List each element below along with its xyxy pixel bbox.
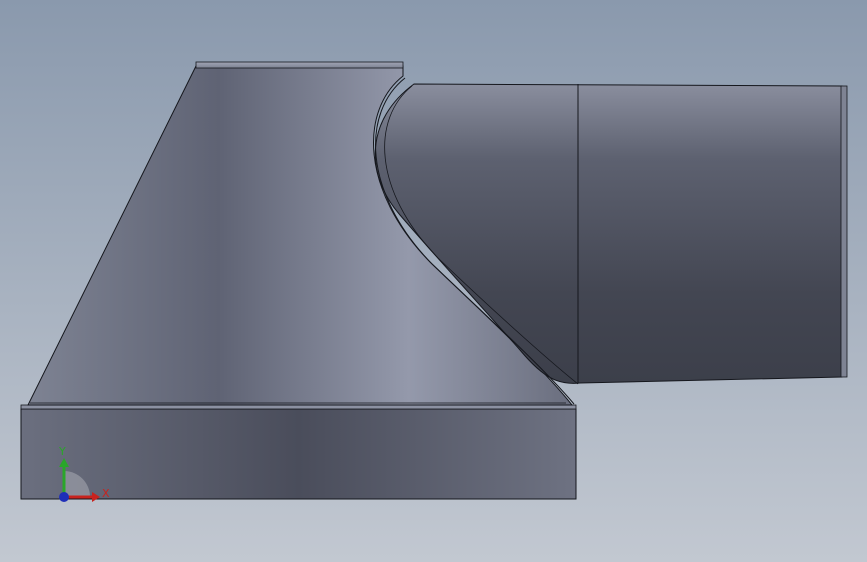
base-plate[interactable] [20, 404, 577, 500]
z-axis-dot [59, 492, 69, 502]
y-axis-label: Y [58, 445, 66, 458]
model-view[interactable]: Y X [0, 0, 867, 562]
x-axis-label: X [102, 487, 110, 500]
graphics-viewport[interactable]: Y X [0, 0, 867, 562]
